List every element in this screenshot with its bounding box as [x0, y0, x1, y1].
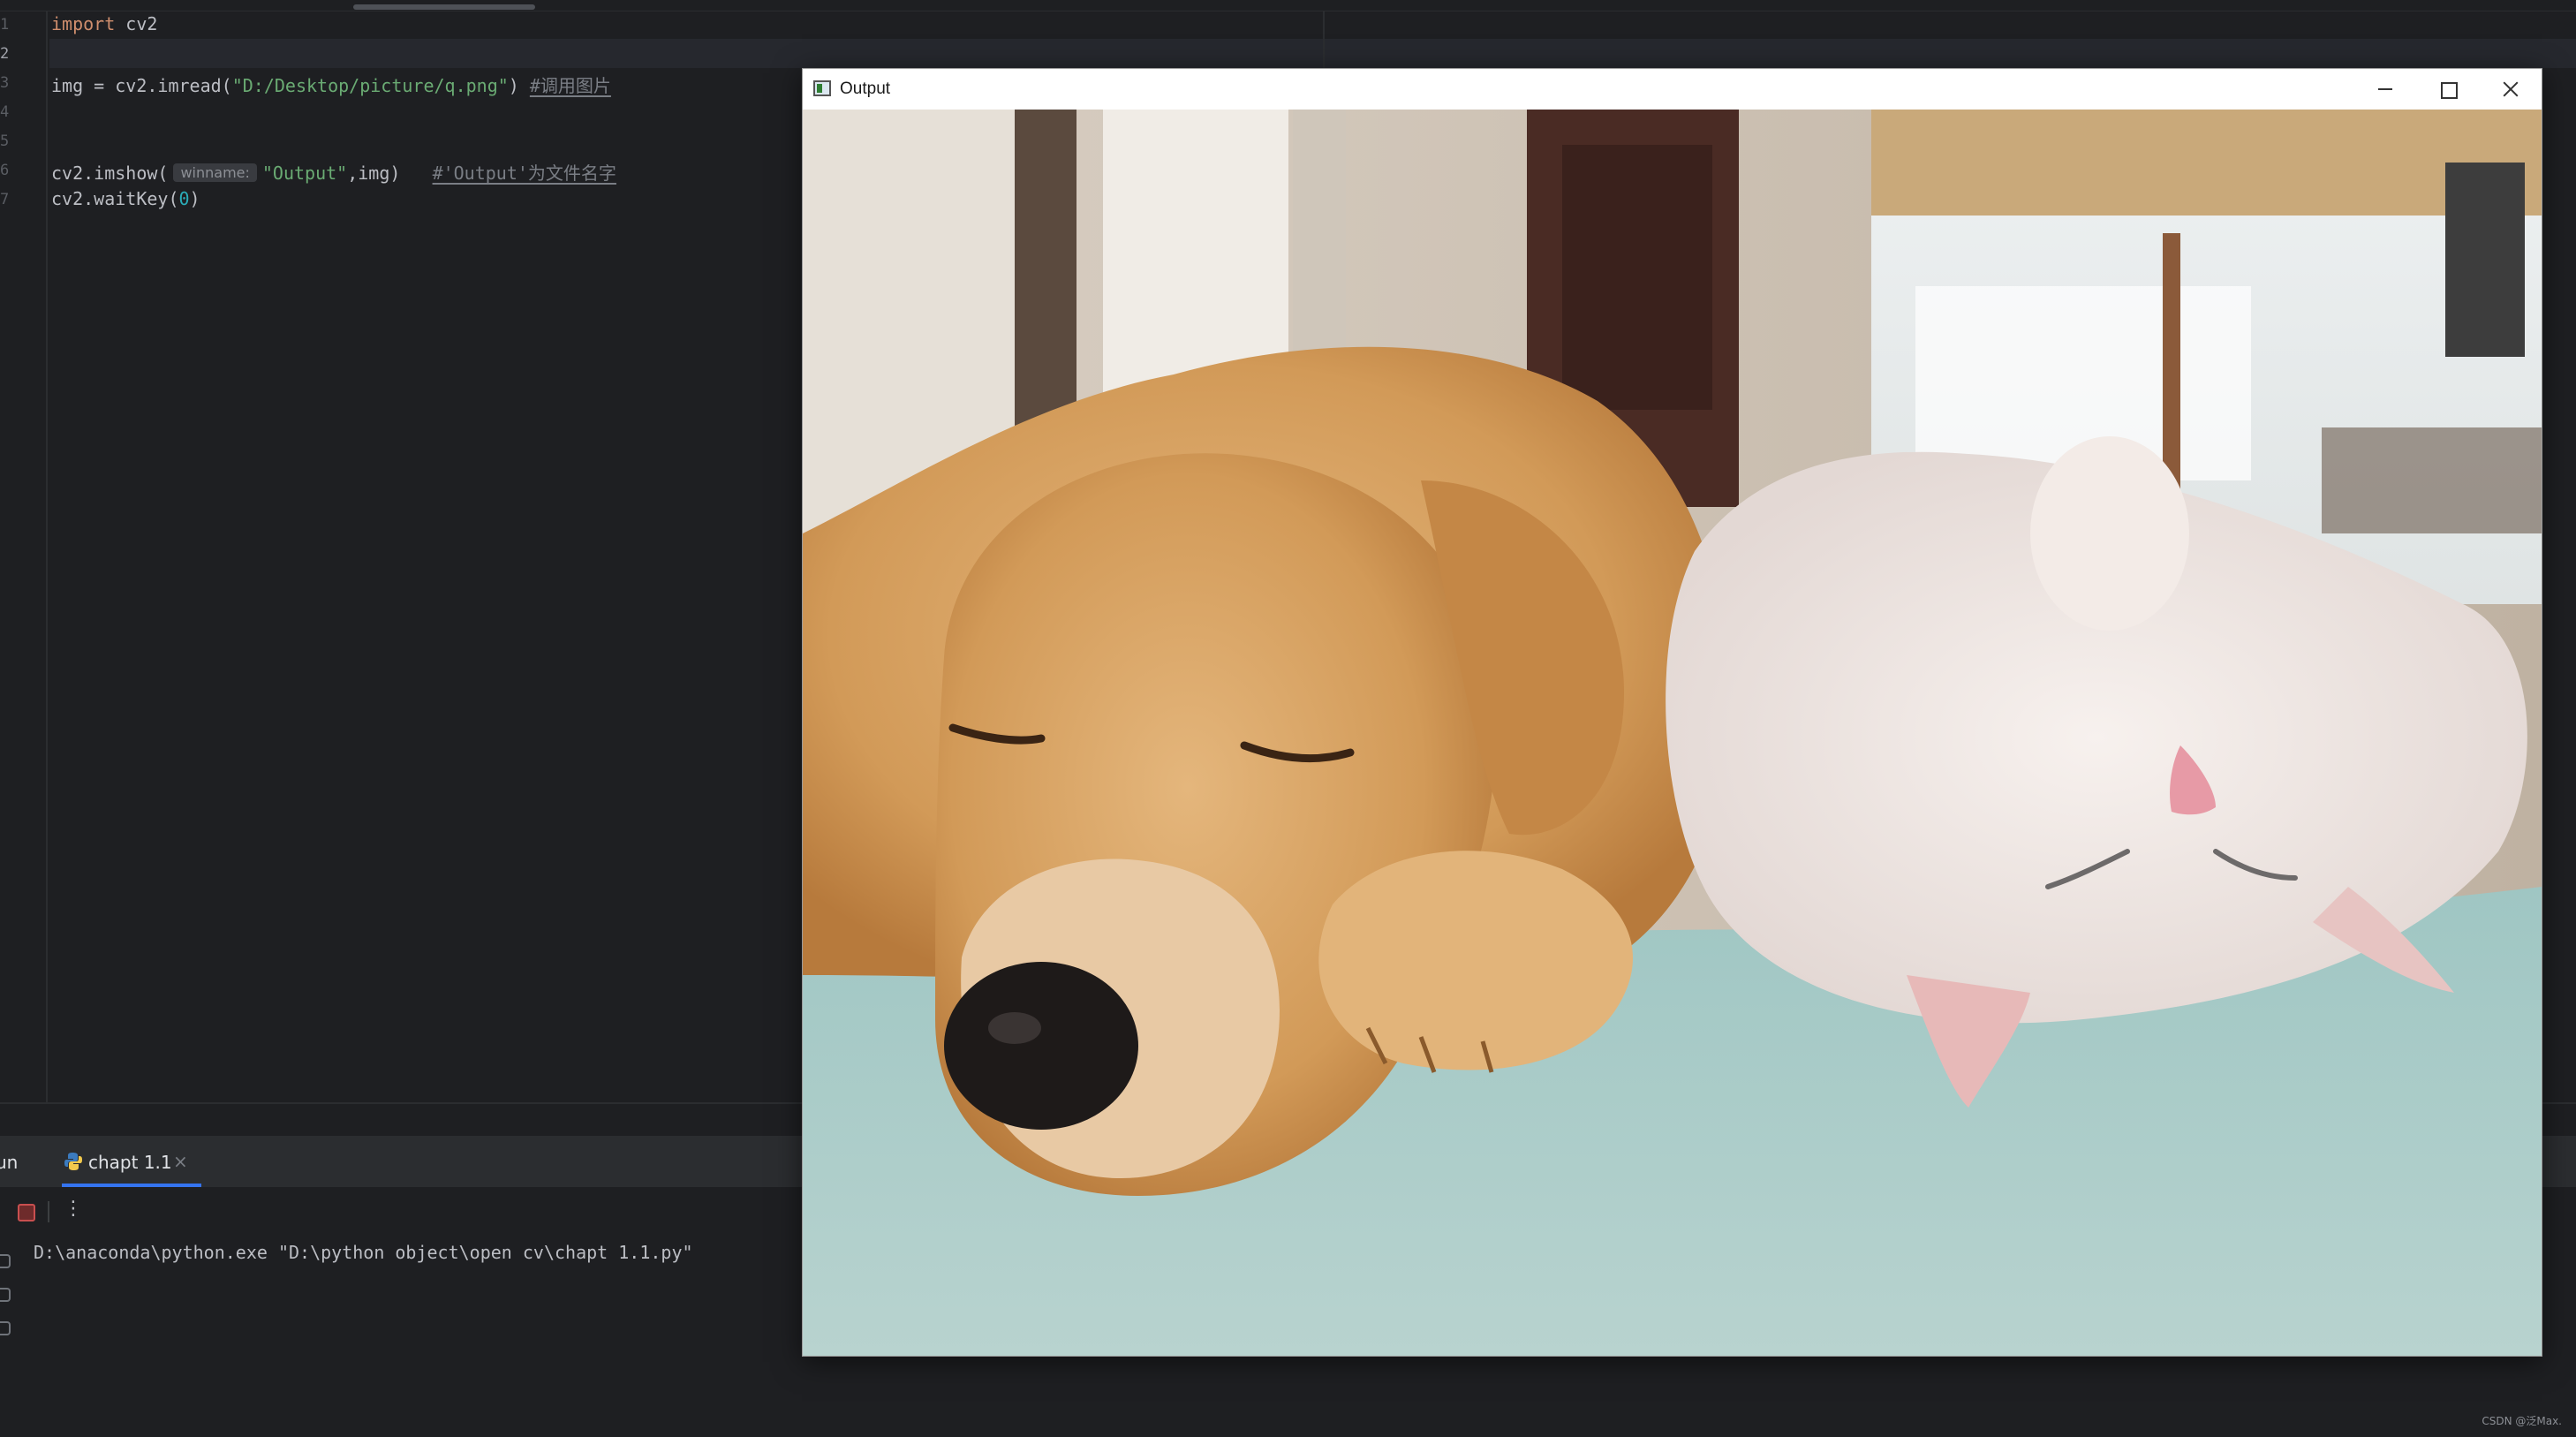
displayed-image: [803, 110, 2542, 1356]
code-line-6[interactable]: cv2.imshow(winname: "Output",img) #'Outpu…: [51, 159, 616, 185]
line-number: 3: [0, 74, 10, 92]
parameter-hint: winname:: [173, 163, 257, 182]
keyword-token: import: [51, 13, 116, 34]
string-token: "D:/Desktop/picture/q.png": [231, 75, 509, 96]
rerun-icon[interactable]: [0, 1254, 11, 1268]
code-line-7[interactable]: cv2.waitKey(0): [51, 188, 200, 209]
code-token: cv2.waitKey(: [51, 188, 179, 209]
code-token: ): [189, 188, 200, 209]
watermark: CSDN @泛Max.: [2482, 1415, 2562, 1427]
minimize-button[interactable]: [2354, 69, 2416, 110]
stop-button[interactable]: [18, 1204, 35, 1221]
console-side-toolbar: [0, 1254, 12, 1355]
window-title-bar[interactable]: Output: [803, 69, 2542, 110]
comment-token: #'Output'为文件名字: [432, 163, 616, 184]
code-token: cv2.imshow(: [51, 163, 169, 184]
code-token: img = cv2.imread(: [51, 75, 232, 96]
line-number-gutter: 1 2 3 4 5 6 7: [0, 11, 48, 1102]
line-number: 2: [0, 45, 10, 63]
maximize-button[interactable]: [2416, 69, 2478, 110]
app-icon: [813, 80, 831, 96]
close-button[interactable]: [2478, 69, 2540, 110]
code-token: cv2: [115, 13, 158, 34]
window-title: Output: [840, 79, 891, 98]
code-line-3[interactable]: img = cv2.imread("D:/Desktop/picture/q.p…: [51, 72, 611, 97]
horizontal-scrollbar[interactable]: [353, 4, 535, 10]
comment-token: #调用图片: [529, 75, 611, 96]
line-number: 1: [0, 16, 10, 34]
toolbar-divider: [48, 1201, 49, 1222]
line-number: 5: [0, 132, 10, 150]
code-token: ): [508, 75, 519, 96]
tab-close-icon[interactable]: ×: [173, 1151, 188, 1172]
code-line-1[interactable]: import cv2: [51, 13, 157, 34]
photo-dog-and-cat: [803, 110, 2542, 1356]
tab-chapt-1-1[interactable]: chapt 1.1 ×: [62, 1136, 201, 1187]
python-icon: [64, 1153, 82, 1170]
number-token: 0: [178, 188, 190, 209]
code-token: ,img): [347, 163, 401, 184]
tab-label: chapt 1.1: [88, 1152, 172, 1173]
console-output: D:\anaconda\python.exe "D:\python object…: [34, 1242, 693, 1263]
string-token: "Output": [261, 163, 348, 184]
more-options-icon[interactable]: ⋮: [64, 1198, 83, 1220]
scroll-to-end-icon[interactable]: [0, 1288, 11, 1302]
run-panel-title[interactable]: Run: [0, 1152, 18, 1173]
line-number: 6: [0, 162, 10, 179]
current-line-highlight: [49, 39, 2576, 68]
line-number: 7: [0, 191, 10, 208]
line-number: 4: [0, 103, 10, 121]
active-tab-indicator: [62, 1184, 201, 1187]
output-window[interactable]: Output: [802, 68, 2542, 1357]
print-icon[interactable]: [0, 1321, 11, 1335]
